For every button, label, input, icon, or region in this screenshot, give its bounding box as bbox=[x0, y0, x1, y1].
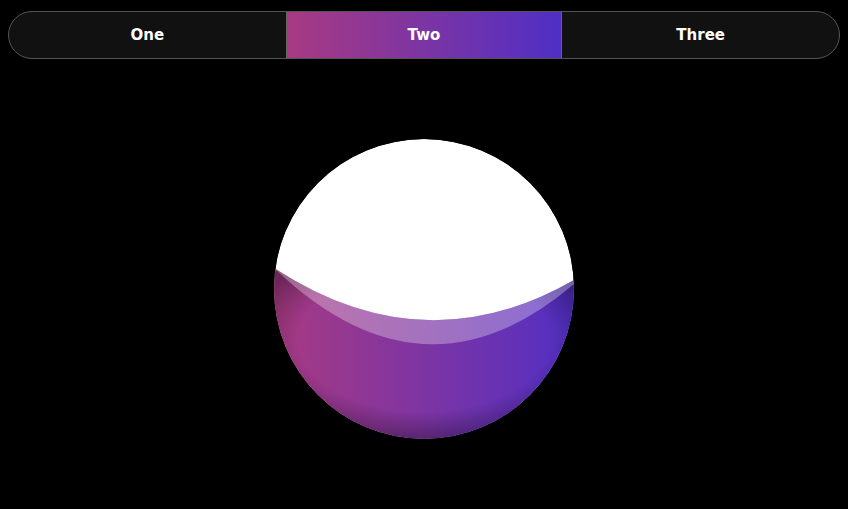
tab[interactable]: Three bbox=[562, 12, 839, 58]
page: OneTwoThree bbox=[0, 0, 848, 509]
liquid-surface bbox=[274, 268, 574, 344]
globe-glass bbox=[274, 139, 574, 439]
tab-bar: OneTwoThree bbox=[8, 11, 840, 59]
tab[interactable]: One bbox=[9, 12, 286, 58]
liquid-fill bbox=[274, 268, 574, 439]
globe-container bbox=[274, 139, 574, 439]
liquid-globe bbox=[274, 139, 574, 439]
tab[interactable]: Two bbox=[286, 12, 563, 58]
